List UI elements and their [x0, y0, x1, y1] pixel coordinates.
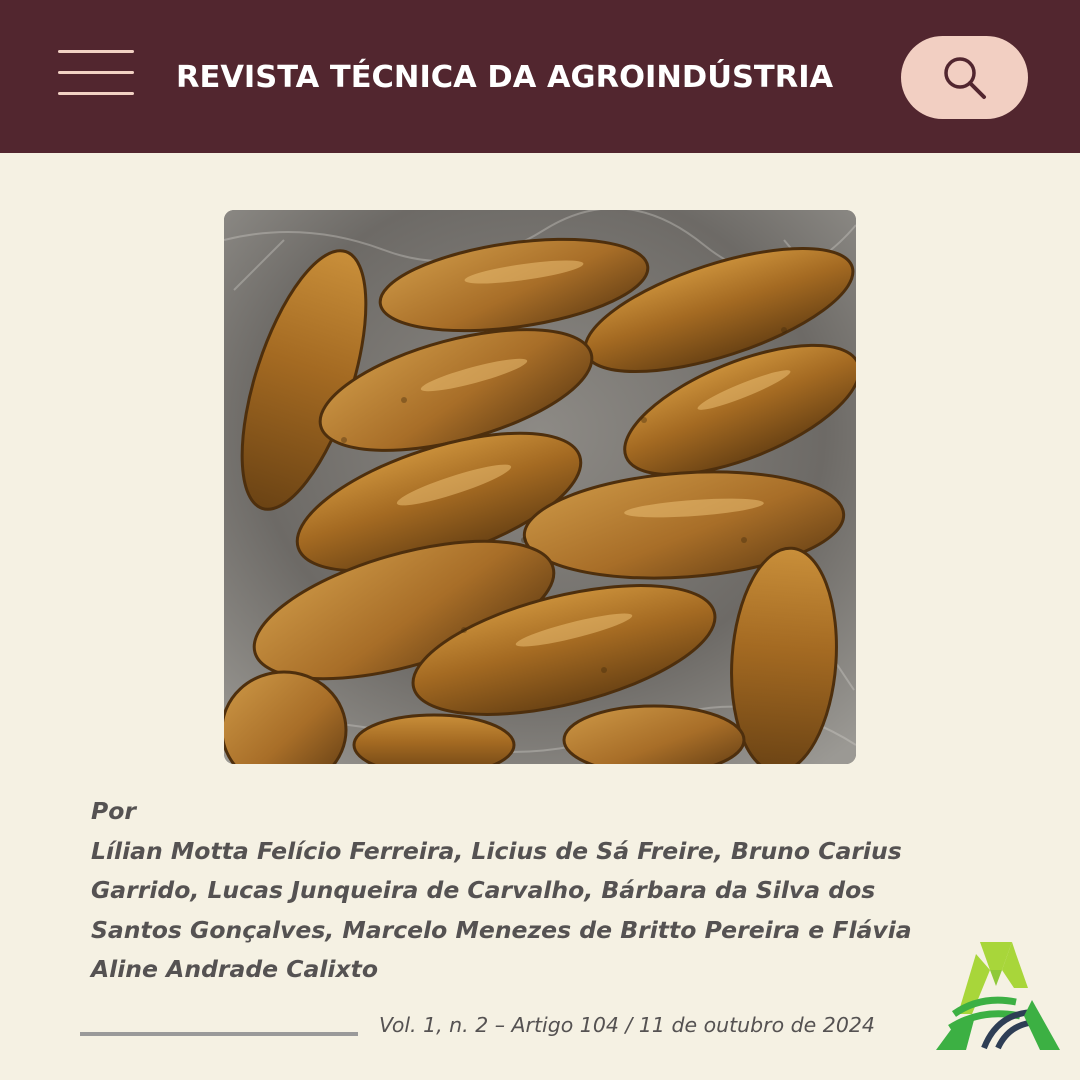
issue-info: Vol. 1, n. 2 – Artigo 104 / 11 de outubr…	[379, 1013, 875, 1037]
authors-list: Lílian Motta Felício Ferreira, Licius de…	[91, 836, 912, 984]
search-button[interactable]	[901, 36, 1028, 119]
article-photo	[224, 210, 856, 764]
journal-logo-icon	[936, 942, 1060, 1050]
menu-bar	[58, 71, 134, 74]
footer-divider	[80, 1032, 358, 1036]
menu-bar	[58, 92, 134, 95]
menu-bar	[58, 50, 134, 53]
article-byline: Por Lílian Motta Felício Ferreira, Liciu…	[91, 792, 971, 990]
byline-label: Por	[91, 797, 136, 825]
search-icon	[943, 56, 986, 99]
site-title[interactable]: REVISTA TÉCNICA DA AGROINDÚSTRIA	[176, 56, 876, 100]
site-header: REVISTA TÉCNICA DA AGROINDÚSTRIA	[0, 0, 1080, 153]
hamburger-menu-icon[interactable]	[58, 48, 136, 98]
fried-food-illustration	[224, 210, 856, 764]
